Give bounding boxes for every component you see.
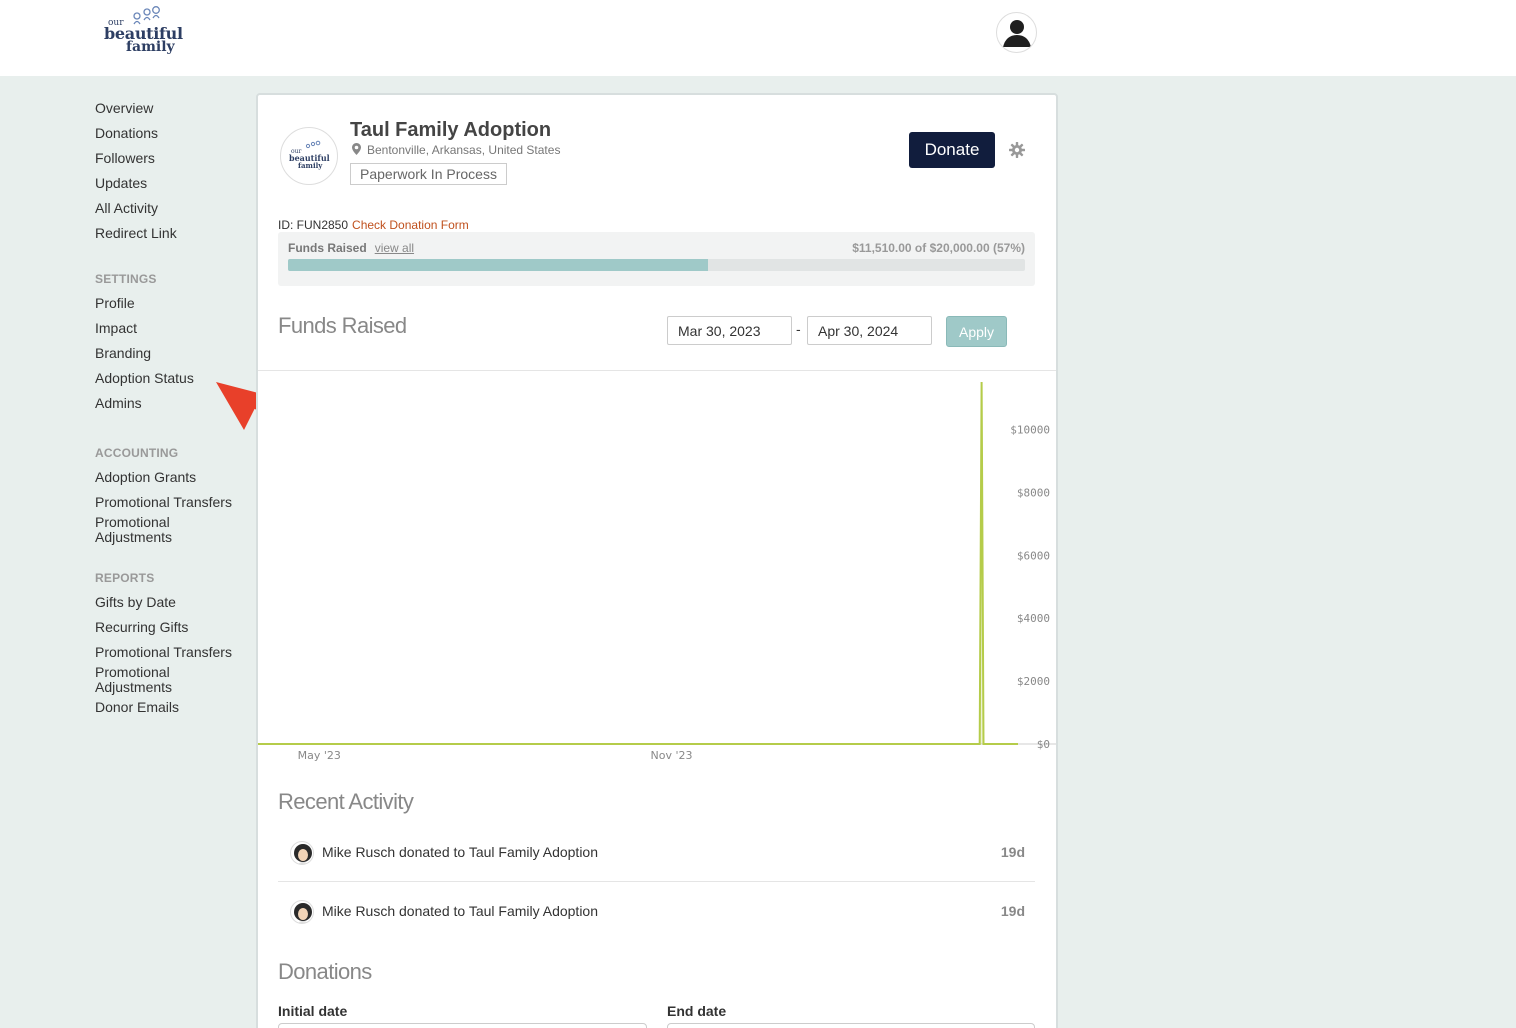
funds-raised-chart-title: Funds Raised [278, 313, 407, 338]
sidebar-item-adoption-grants[interactable]: Adoption Grants [95, 470, 196, 485]
location-pin-icon [352, 143, 361, 155]
donate-button[interactable]: Donate [909, 132, 995, 168]
funds-progress-fill [288, 259, 709, 271]
donations-title: Donations [278, 959, 372, 984]
end-date-label: End date [667, 1003, 727, 1019]
initial-date-input[interactable] [278, 1023, 647, 1028]
campaign-title: Taul Family Adoption [350, 119, 552, 141]
funds-raised-label-text: Funds Raised [288, 241, 367, 255]
end-date-input[interactable] [667, 1023, 1035, 1028]
sidebar-item-overview[interactable]: Overview [95, 101, 153, 116]
donor-avatar [290, 900, 314, 924]
y-tick-label: $6000 [1017, 549, 1050, 562]
sidebar-item-admins[interactable]: Admins [95, 396, 142, 411]
org-avatar: our beautiful family [280, 127, 338, 185]
campaign-id-text: ID: FUN2850 [278, 218, 349, 232]
y-tick-label: $0 [1037, 738, 1050, 751]
sidebar-item-report-promotional-transfers[interactable]: Promotional Transfers [95, 645, 232, 660]
y-tick-label: $10000 [1010, 423, 1050, 436]
logo[interactable]: our beautiful family [104, 4, 184, 58]
activity-text: Mike Rusch donated to Taul Family Adopti… [322, 844, 599, 860]
activity-time: 19d [1000, 903, 1025, 919]
campaign-card: our beautiful family Taul Family Adoptio… [256, 93, 1058, 1028]
donor-avatar [290, 841, 314, 865]
gear-icon[interactable] [1009, 142, 1025, 158]
x-tick-label: May '23 [298, 749, 341, 762]
org-avatar-text-family: family [298, 161, 323, 170]
funds-raised-summary: Funds Raised view all $11,510.00 of $20,0… [278, 232, 1035, 286]
chart-start-date-input[interactable]: Mar 30, 2023 [667, 316, 792, 345]
sidebar-item-impact[interactable]: Impact [95, 321, 137, 336]
campaign-location: Bentonville, Arkansas, United States [352, 143, 560, 157]
sidebar-item-recurring-gifts[interactable]: Recurring Gifts [95, 620, 188, 635]
sidebar-heading-accounting: ACCOUNTING [95, 446, 179, 460]
sidebar-item-redirect-link[interactable]: Redirect Link [95, 226, 177, 241]
sidebar-item-promotional-transfers[interactable]: Promotional Transfers [95, 495, 232, 510]
sidebar-item-followers[interactable]: Followers [95, 151, 155, 166]
funds-raised-label: Funds Raised view all [288, 241, 414, 255]
logo-text-family: family [126, 39, 175, 55]
chart-end-date-input[interactable]: Apr 30, 2024 [807, 316, 932, 345]
view-all-link[interactable]: view all [375, 241, 414, 255]
top-bar: our beautiful family [0, 0, 1516, 76]
sidebar-item-updates[interactable]: Updates [95, 176, 147, 191]
chart-top-divider [258, 370, 1056, 371]
initial-date-label: Initial date [278, 1003, 348, 1019]
sidebar-item-promotional-adjustments[interactable]: Promotional Adjustments [95, 515, 172, 545]
funds-progress-bar [288, 259, 1025, 271]
funds-raised-chart: $10000 $8000 $6000 $4000 $2000 $0 May '23 Nov '… [258, 381, 1056, 762]
campaign-id: ID: FUN2850 Check Donation Form [278, 218, 469, 232]
sidebar-item-donor-emails[interactable]: Donor Emails [95, 700, 179, 715]
apply-button[interactable]: Apply [946, 316, 1007, 347]
sidebar-item-gifts-by-date[interactable]: Gifts by Date [95, 595, 176, 610]
user-avatar[interactable] [996, 12, 1037, 53]
x-tick-label: Nov '23 [651, 749, 693, 762]
adoption-status-badge: Paperwork In Process [350, 163, 507, 185]
series-area [258, 382, 1018, 744]
user-icon [1003, 20, 1031, 47]
location-text: Bentonville, Arkansas, United States [367, 143, 561, 157]
sidebar-item-branding[interactable]: Branding [95, 346, 151, 361]
y-tick-label: $4000 [1017, 612, 1050, 625]
sidebar-heading-reports: REPORTS [95, 571, 155, 585]
activity-time: 19d [1000, 844, 1025, 860]
activity-item[interactable]: Mike Rusch donated to Taul Family Adopti… [278, 883, 1035, 941]
activity-text: Mike Rusch donated to Taul Family Adopti… [322, 903, 599, 919]
funds-raised-amount: $11,510.00 of $20,000.00 (57%) [852, 241, 1025, 255]
sidebar-item-report-promotional-adjustments[interactable]: Promotional Adjustments [95, 665, 172, 695]
check-donation-form-link[interactable]: Check Donation Form [352, 218, 469, 232]
sidebar-item-all-activity[interactable]: All Activity [95, 201, 158, 216]
recent-activity-title: Recent Activity [278, 789, 414, 814]
y-tick-label: $8000 [1017, 486, 1050, 499]
sidebar-item-donations[interactable]: Donations [95, 126, 158, 141]
date-range-dash: - [796, 321, 801, 337]
activity-item[interactable]: Mike Rusch donated to Taul Family Adopti… [278, 824, 1035, 882]
sidebar-heading-settings: SETTINGS [95, 272, 157, 286]
sidebar-item-adoption-status[interactable]: Adoption Status [95, 371, 194, 386]
donor-avatar-icon [294, 903, 312, 923]
series-line [258, 381, 1018, 745]
donor-avatar-icon [294, 844, 312, 864]
sidebar-item-profile[interactable]: Profile [95, 296, 135, 311]
y-tick-label: $2000 [1017, 675, 1050, 688]
